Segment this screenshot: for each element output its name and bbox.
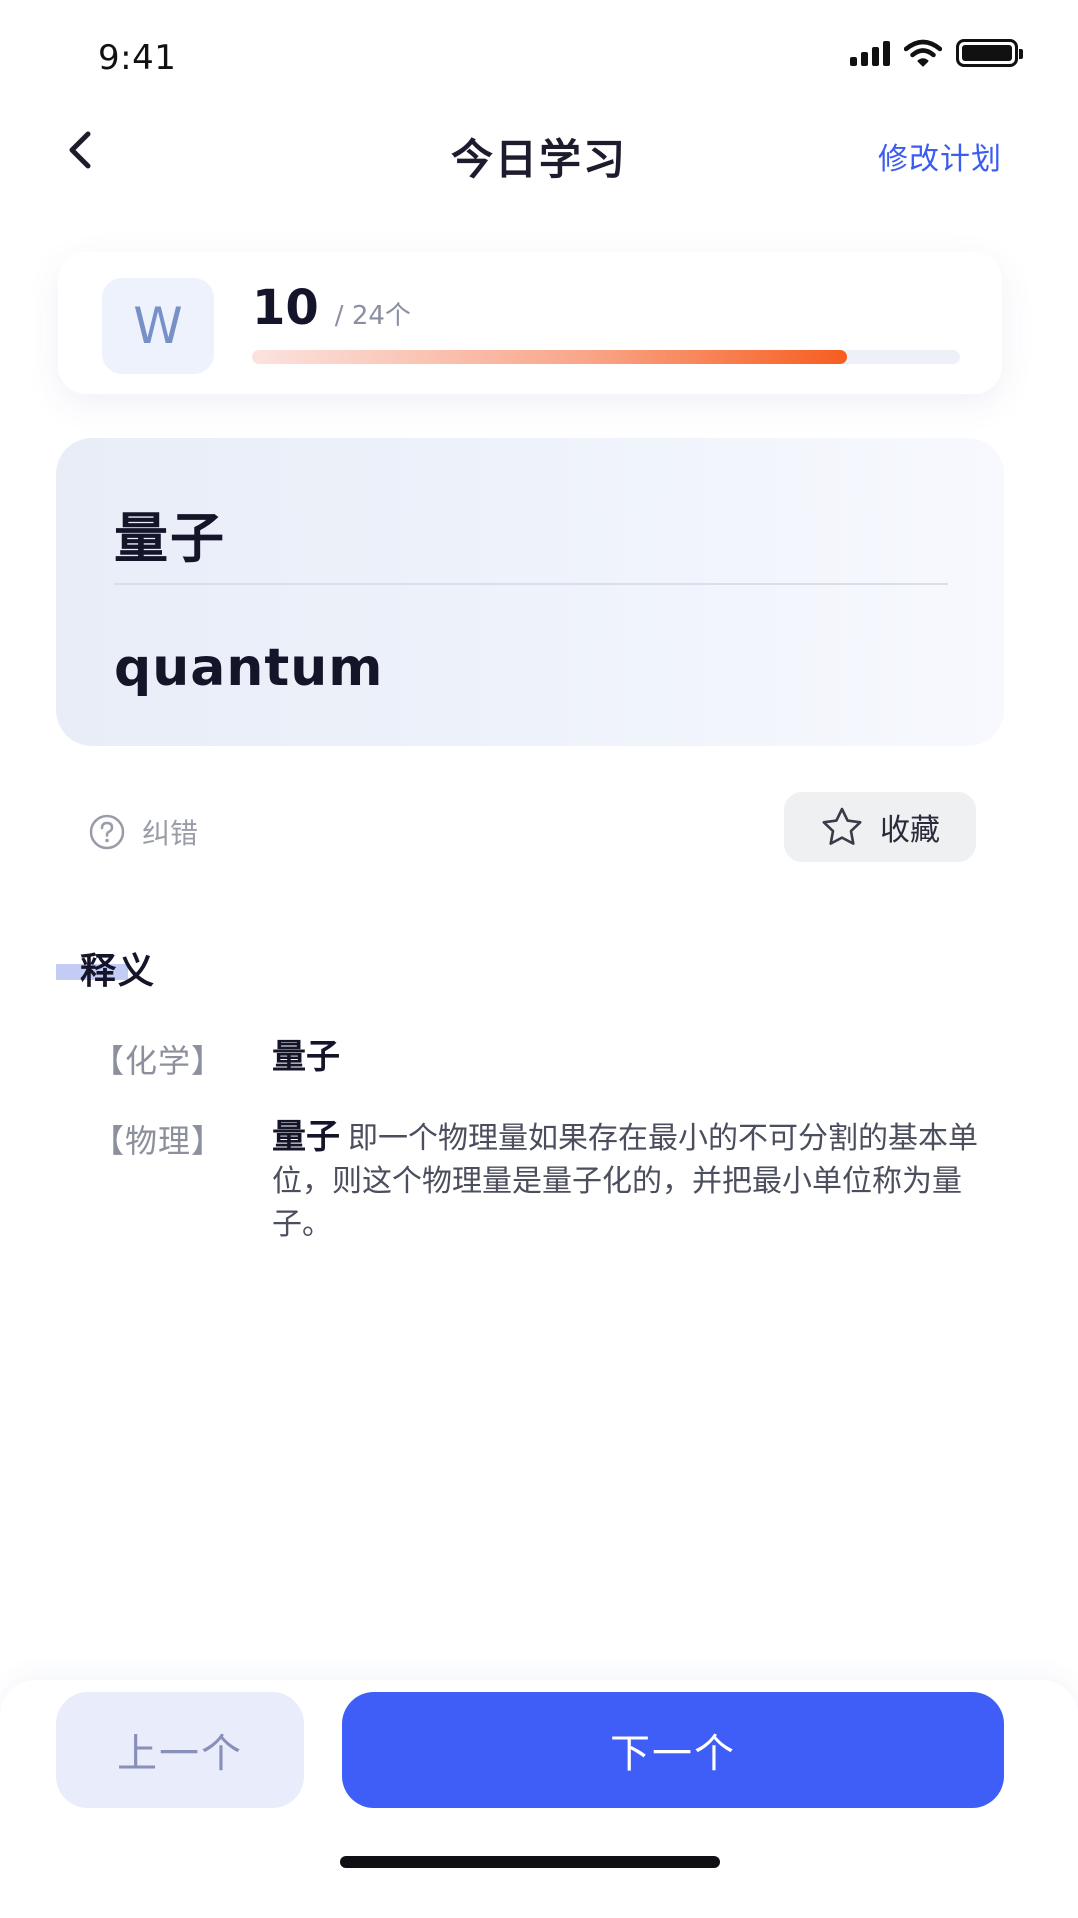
definition-tag: 【化学】 — [92, 1042, 225, 1080]
definition-term: 量子 — [272, 1037, 340, 1077]
definition-term: 量子 — [272, 1117, 340, 1157]
favorite-button[interactable]: 收藏 — [784, 792, 976, 862]
question-circle-icon — [89, 814, 125, 850]
favorite-label: 收藏 — [880, 813, 940, 848]
previous-button[interactable]: 上一个 — [56, 1692, 304, 1808]
wifi-icon — [904, 39, 942, 67]
progress-count: 10 / 24个 — [252, 280, 411, 336]
status-time: 9:41 — [98, 38, 177, 78]
progress-current: 10 — [252, 280, 319, 336]
definition-text: 即一个物理量如果存在最小的不可分割的基本单位，则这个物理量是量子化的，并把最小单… — [272, 1121, 978, 1242]
definition-entry: 【物理】 量子 即一个物理量如果存在最小的不可分割的基本单位，则这个物理量是量子化… — [92, 1116, 992, 1246]
progress-bar — [252, 350, 960, 364]
edit-plan-link[interactable]: 修改计划 — [878, 134, 1002, 178]
signal-icon — [850, 40, 890, 66]
progress-bar-fill — [252, 350, 847, 364]
word-card: 量子 quantum — [56, 438, 1004, 746]
progress-card: W 10 / 24个 — [58, 252, 1002, 394]
report-error-button[interactable]: 纠错 — [88, 812, 198, 852]
progress-total: / 24个 — [334, 301, 411, 331]
battery-icon — [956, 39, 1023, 67]
home-indicator — [340, 1856, 720, 1868]
status-icons — [850, 38, 1023, 68]
definition-tag: 【物理】 — [92, 1122, 225, 1160]
word-english: quantum — [114, 638, 384, 698]
definition-body: 量子 — [272, 1036, 992, 1082]
word-badge: W — [102, 278, 214, 374]
report-error-label: 纠错 — [142, 817, 199, 850]
definition-body: 量子 即一个物理量如果存在最小的不可分割的基本单位，则这个物理量是量子化的，并把最… — [272, 1116, 992, 1246]
star-icon — [822, 807, 862, 845]
study-screen: 9:41 今日学习 修改计划 W 10 / 24个 量子 quantum 纠错 … — [0, 0, 1078, 1918]
definition-entry: 【化学】 量子 — [92, 1036, 992, 1082]
definition-title: 释义 — [80, 951, 157, 992]
next-button[interactable]: 下一个 — [342, 1692, 1004, 1808]
word-divider — [114, 583, 948, 585]
word-chinese: 量子 — [114, 507, 226, 570]
